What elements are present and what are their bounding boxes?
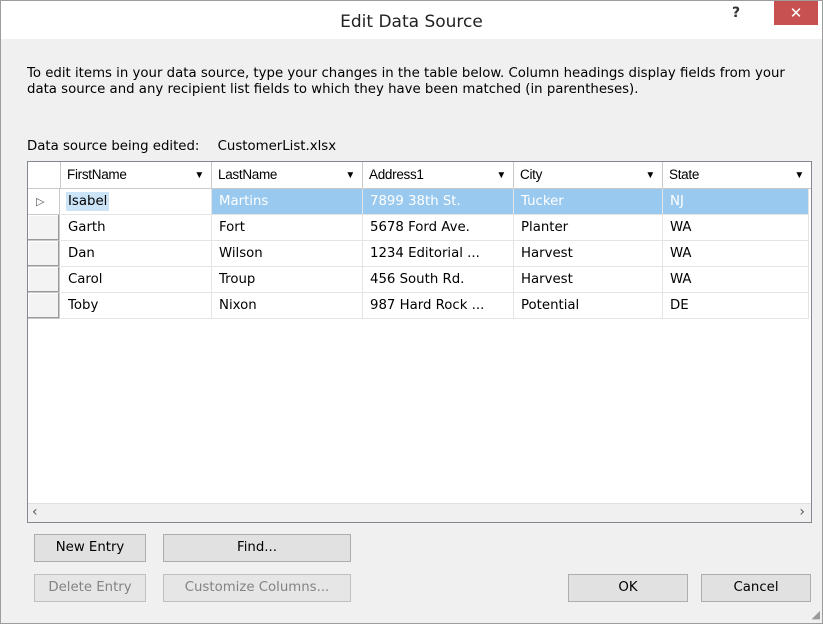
title-bar: Edit Data Source ? ✕ [1,1,822,39]
resize-grip-icon[interactable]: ◢ [812,608,820,621]
grid-corner [28,162,61,188]
table-row[interactable]: Carol Troup 456 South Rd. Harvest WA [28,267,811,293]
cell-address1[interactable]: 7899 38th St. [363,189,514,215]
dialog-title: Edit Data Source [340,12,483,32]
cell-state[interactable]: WA [663,267,809,293]
column-header-label: City [520,167,543,182]
instructions-text: To edit items in your data source, type … [27,66,785,97]
data-source-filename: CustomerList.xlsx [217,139,337,154]
find-button[interactable]: Find... [163,534,351,562]
cell-state[interactable]: WA [663,241,809,267]
cell-lastname[interactable]: Nixon [212,293,363,319]
dropdown-caret-icon[interactable]: ▼ [794,170,804,181]
column-header-label: FirstName [67,167,127,182]
cell-address1[interactable]: 456 South Rd. [363,267,514,293]
customize-columns-button[interactable]: Customize Columns... [163,574,351,602]
ok-button[interactable]: OK [568,574,688,602]
cell-lastname[interactable]: Martins [212,189,363,215]
horizontal-scrollbar[interactable]: ‹ › [28,503,811,522]
cell-address1[interactable]: 5678 Ford Ave. [363,215,514,241]
new-entry-button[interactable]: New Entry [34,534,146,562]
dropdown-caret-icon[interactable]: ▼ [645,170,655,181]
cell-firstname[interactable]: Carol [61,267,212,293]
data-grid[interactable]: FirstName ▼ LastName ▼ Address1 ▼ City ▼… [27,161,812,523]
close-button[interactable]: ✕ [774,1,818,25]
column-header-firstname[interactable]: FirstName ▼ [61,162,212,188]
data-source-line: Data source being edited: CustomerList.x… [27,139,336,154]
cell-firstname[interactable]: Isabel [61,189,212,215]
delete-entry-button[interactable]: Delete Entry [34,574,146,602]
table-row[interactable]: Garth Fort 5678 Ford Ave. Planter WA [28,215,811,241]
row-header[interactable] [28,215,60,241]
dropdown-caret-icon[interactable]: ▼ [345,170,355,181]
column-header-state[interactable]: State ▼ [663,162,811,188]
data-source-label: Data source being edited: [27,139,200,154]
scroll-left-icon[interactable]: ‹ [32,504,38,520]
column-header-lastname[interactable]: LastName ▼ [212,162,363,188]
grid-header-row: FirstName ▼ LastName ▼ Address1 ▼ City ▼… [28,162,811,189]
column-header-label: LastName [218,167,278,182]
row-pointer-icon: ▷ [36,195,45,208]
cell-lastname[interactable]: Wilson [212,241,363,267]
cell-state[interactable]: NJ [663,189,809,215]
row-header[interactable] [28,293,60,319]
table-row[interactable]: Toby Nixon 987 Hard Rock ... Potential D… [28,293,811,319]
row-header[interactable]: ▷ [28,189,60,215]
cancel-button[interactable]: Cancel [701,574,811,602]
cell-city[interactable]: Planter [514,215,663,241]
dropdown-caret-icon[interactable]: ▼ [194,170,204,181]
column-header-label: State [669,167,700,182]
dropdown-caret-icon[interactable]: ▼ [496,170,506,181]
cell-lastname[interactable]: Fort [212,215,363,241]
table-row[interactable]: Dan Wilson 1234 Editorial ... Harvest WA [28,241,811,267]
cell-city[interactable]: Tucker [514,189,663,215]
column-header-label: Address1 [369,167,424,182]
row-header[interactable] [28,241,60,267]
edit-data-source-dialog: Edit Data Source ? ✕ To edit items in yo… [0,0,823,624]
cell-lastname[interactable]: Troup [212,267,363,293]
cell-firstname[interactable]: Toby [61,293,212,319]
cell-city[interactable]: Potential [514,293,663,319]
cell-address1[interactable]: 987 Hard Rock ... [363,293,514,319]
column-header-address1[interactable]: Address1 ▼ [363,162,514,188]
cell-state[interactable]: DE [663,293,809,319]
column-header-city[interactable]: City ▼ [514,162,663,188]
cell-address1[interactable]: 1234 Editorial ... [363,241,514,267]
row-header[interactable] [28,267,60,293]
help-button[interactable]: ? [723,5,749,29]
cell-state[interactable]: WA [663,215,809,241]
cell-city[interactable]: Harvest [514,241,663,267]
cell-firstname[interactable]: Garth [61,215,212,241]
cell-city[interactable]: Harvest [514,267,663,293]
table-row[interactable]: ▷ Isabel Martins 7899 38th St. Tucker NJ [28,189,811,215]
scroll-right-icon[interactable]: › [799,504,805,520]
cell-firstname[interactable]: Dan [61,241,212,267]
